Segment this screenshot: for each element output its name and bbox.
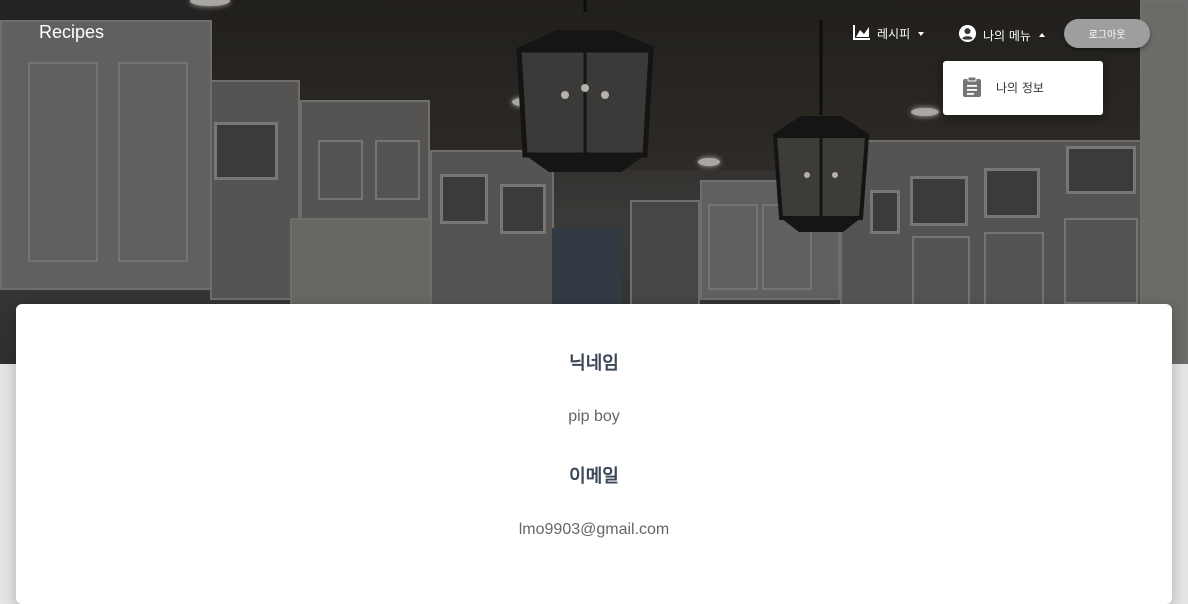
menu-item-my-info[interactable]: 나의 정보 xyxy=(943,61,1103,115)
brand-logo[interactable]: Recipes xyxy=(39,22,104,43)
profile-card: 닉네임 pip boy 이메일 lmo9903@gmail.com xyxy=(16,304,1172,604)
chart-area-icon xyxy=(853,24,871,43)
menu-item-label: 나의 정보 xyxy=(996,81,1044,95)
nickname-title: 닉네임 xyxy=(569,353,619,374)
chevron-up-icon xyxy=(1038,33,1045,37)
recipe-menu-label: 레시피 xyxy=(877,27,911,41)
nickname-value: pip boy xyxy=(568,408,620,425)
chevron-down-icon xyxy=(918,31,925,36)
email-value: lmo9903@gmail.com xyxy=(518,521,670,538)
logout-button[interactable]: 로그아웃 xyxy=(1064,19,1150,48)
clipboard-icon xyxy=(962,76,982,102)
email-title: 이메일 xyxy=(569,466,619,487)
account-circle-icon xyxy=(958,24,977,46)
my-menu-dropdown[interactable]: 나의 메뉴 xyxy=(958,24,1045,46)
my-menu-dropdown-panel: 나의 정보 xyxy=(943,61,1103,115)
my-menu-label: 나의 메뉴 xyxy=(983,28,1031,43)
recipe-menu-dropdown[interactable]: 레시피 xyxy=(853,24,925,43)
navbar: Recipes 레시피 나의 메뉴 로그아웃 xyxy=(0,0,1188,68)
